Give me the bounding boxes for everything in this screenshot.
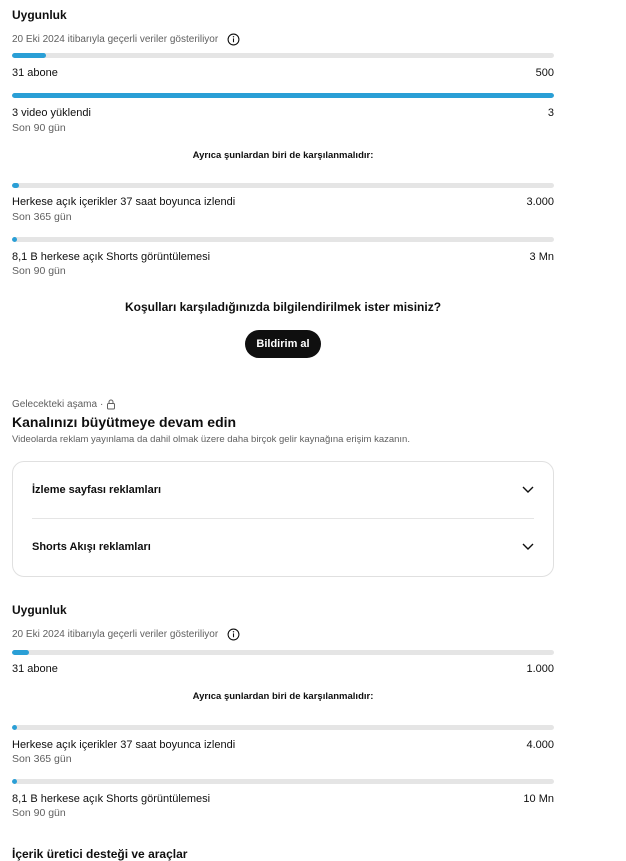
shorts-views-progress: [12, 779, 554, 784]
shorts-views-target: 3 Mn: [529, 251, 554, 263]
future-description: Videolarda reklam yayınlama da dahil olm…: [12, 434, 410, 445]
subscribers-label: 31 abone: [12, 67, 58, 79]
separator-dot: ·: [100, 399, 104, 410]
shorts-views-label: 8,1 B herkese açık Shorts görüntülemesi: [12, 251, 211, 263]
uploads-progress: [12, 93, 554, 98]
subscribers-label: 31 abone: [12, 663, 58, 675]
uploads-period: Son 90 gün: [12, 122, 66, 134]
data-note: 20 Eki 2024 itibarıyla geçerli veriler g…: [12, 33, 240, 46]
accordion-label: İzleme sayfası reklamları: [32, 484, 162, 496]
notify-button[interactable]: Bildirim al: [245, 330, 321, 358]
shorts-views-label: 8,1 B herkese açık Shorts görüntülemesi: [12, 793, 211, 805]
watch-hours-progress: [12, 725, 554, 730]
watch-hours-progress: [12, 183, 554, 188]
future-title: Kanalınızı büyütmeye devam edin: [12, 414, 237, 430]
shorts-views-period: Son 90 gün: [12, 265, 66, 277]
watch-hours-label: Herkese açık içerikler 37 saat boyunca i…: [12, 739, 236, 751]
shorts-views-period: Son 90 gün: [12, 807, 66, 819]
subscribers-progress: [12, 650, 554, 655]
accordion-label: Shorts Akışı reklamları: [32, 541, 151, 553]
info-icon[interactable]: [227, 628, 240, 641]
watch-hours-period: Son 365 gün: [12, 211, 72, 223]
shorts-views-target: 10 Mn: [523, 793, 554, 805]
also-required-note: Ayrıca şunlardan biri de karşılanmalıdır…: [192, 150, 374, 161]
uploads-target: 3: [547, 107, 554, 119]
data-note: 20 Eki 2024 itibarıyla geçerli veriler g…: [12, 628, 240, 641]
watch-hours-target: 4.000: [526, 739, 554, 751]
data-note-text: 20 Eki 2024 itibarıyla geçerli veriler g…: [12, 34, 219, 45]
data-note-text: 20 Eki 2024 itibarıyla geçerli veriler g…: [12, 629, 219, 640]
next-section-title: İçerik üretici desteği ve araçlar: [12, 847, 188, 861]
watch-hours-label: Herkese açık içerikler 37 saat boyunca i…: [12, 196, 236, 208]
watch-hours-target: 3.000: [526, 196, 554, 208]
chevron-down-icon[interactable]: [522, 486, 534, 494]
chevron-down-icon[interactable]: [522, 543, 534, 551]
monetization-card: İzleme sayfası reklamları Shorts Akışı r…: [12, 461, 554, 577]
subscribers-progress: [12, 53, 554, 58]
section-title: Uygunluk: [12, 603, 67, 617]
subscribers-target: 1.000: [526, 663, 554, 675]
future-stage-text: Gelecekteki aşama: [12, 399, 98, 410]
watch-hours-period: Son 365 gün: [12, 753, 72, 765]
notify-question: Koşulları karşıladığınızda bilgilendiril…: [124, 300, 442, 314]
accordion-watch-page-ads[interactable]: İzleme sayfası reklamları: [32, 462, 534, 518]
info-icon[interactable]: [227, 33, 240, 46]
lock-icon: [107, 399, 116, 410]
uploads-label: 3 video yüklendi: [12, 107, 91, 119]
subscribers-target: 500: [535, 67, 554, 79]
shorts-views-progress: [12, 237, 554, 242]
future-stage-label: Gelecekteki aşama ·: [12, 399, 116, 410]
section-title: Uygunluk: [12, 8, 67, 22]
accordion-shorts-feed-ads[interactable]: Shorts Akışı reklamları: [32, 519, 534, 575]
also-required-note: Ayrıca şunlardan biri de karşılanmalıdır…: [192, 691, 374, 702]
